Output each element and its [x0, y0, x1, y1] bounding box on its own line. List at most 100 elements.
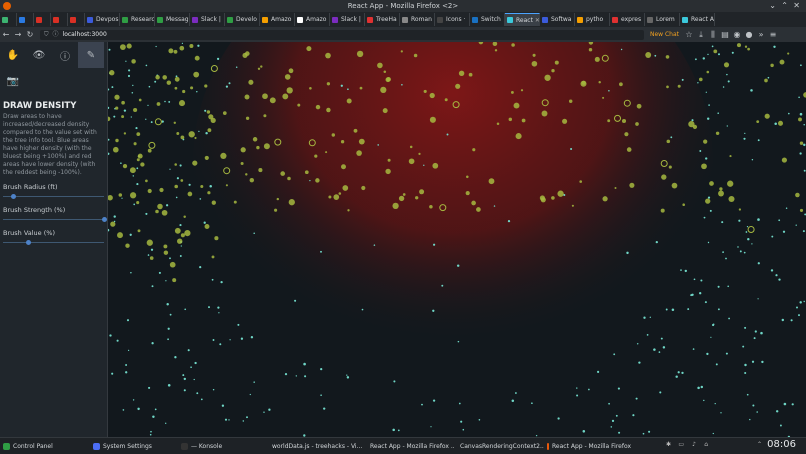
close-icon[interactable]: ✕ — [793, 0, 800, 12]
small-tree-dot — [221, 404, 225, 407]
large-tree-dot — [207, 128, 212, 133]
small-tree-dot — [570, 147, 573, 151]
large-tree-dot — [626, 147, 632, 152]
maximize-icon[interactable]: ⌃ — [781, 0, 788, 12]
chevron-up-icon[interactable]: ⌃ — [757, 441, 762, 448]
taskbar-item-4[interactable]: React App - Mozilla Firefox ... — [364, 439, 454, 453]
ringed-tree-marker[interactable] — [148, 141, 156, 149]
large-tree-dot — [799, 141, 804, 145]
battery-icon[interactable]: ▭ — [678, 441, 684, 448]
ringed-tree-marker[interactable] — [747, 226, 755, 233]
tab-2[interactable] — [34, 13, 51, 26]
screenshot-tool-button[interactable]: 📷 — [0, 68, 26, 94]
tab-favicon-icon — [437, 16, 443, 23]
tab-21[interactable]: Lorem — [645, 13, 680, 26]
small-tree-dot — [125, 364, 128, 366]
tab-18[interactable]: Softwa — [540, 13, 575, 26]
extension-icon[interactable]: ◉ — [731, 30, 743, 39]
library-icon[interactable]: ⫼ — [707, 30, 719, 40]
sidebar-icon[interactable]: ▤ — [719, 30, 731, 39]
taskbar-item-5[interactable]: CanvasRenderingContext2... — [454, 439, 544, 453]
ringed-tree-marker[interactable] — [154, 118, 162, 126]
tree-info-tool-button[interactable]: ⓘ — [52, 42, 78, 68]
tab-0[interactable] — [0, 13, 17, 26]
tab-15[interactable]: Icons · — [435, 13, 470, 26]
taskbar-item-6[interactable]: React App - Mozilla Firefox — [544, 439, 634, 453]
tab-10[interactable]: Amazo — [260, 13, 295, 26]
tab-6[interactable]: Researc — [120, 13, 155, 26]
draw-density-tool-button[interactable]: ✎ — [78, 42, 104, 68]
small-tree-dot — [761, 360, 764, 364]
tab-label: Softwa — [551, 16, 572, 23]
small-tree-dot — [125, 60, 127, 62]
small-tree-dot — [295, 375, 297, 377]
overflow-icon[interactable]: » — [755, 30, 767, 39]
view-tool-button[interactable]: 👁 — [26, 42, 52, 68]
bluetooth-icon[interactable]: ✱ — [666, 441, 671, 448]
large-tree-dot — [358, 138, 365, 145]
small-tree-dot — [154, 80, 157, 83]
tab-1[interactable] — [17, 13, 34, 26]
navigation-bar: ← → ↻ ⛉ ⓘ localhost:3000 New Chat ☆ ⤓ ⫼ … — [0, 27, 806, 42]
brush-strength-slider[interactable] — [3, 217, 107, 223]
small-tree-dot — [745, 231, 748, 233]
large-tree-dot — [614, 186, 617, 190]
large-tree-dot — [156, 102, 161, 106]
small-tree-dot — [263, 411, 265, 413]
small-tree-dot — [753, 337, 756, 340]
brush-value-slider[interactable] — [3, 240, 104, 246]
tab-13[interactable]: TreeHa — [365, 13, 400, 26]
large-tree-dot — [179, 45, 185, 51]
bookmark-star-icon[interactable]: ☆ — [683, 30, 695, 39]
slider-knob[interactable] — [11, 194, 17, 199]
tab-9[interactable]: Develo — [225, 13, 260, 26]
tab-8[interactable]: Slack | — [190, 13, 225, 26]
large-tree-dot — [184, 230, 191, 237]
large-tree-dot — [466, 175, 469, 179]
tab-5[interactable]: Devpos — [85, 13, 120, 26]
small-tree-dot — [757, 218, 760, 221]
network-icon[interactable]: ⌂ — [704, 441, 708, 448]
small-tree-dot — [705, 91, 707, 93]
slider-knob[interactable] — [26, 240, 32, 245]
tab-16[interactable]: Switch — [470, 13, 505, 26]
taskbar-item-0[interactable]: Control Panel — [0, 439, 90, 453]
minimize-icon[interactable]: ⌄ — [769, 0, 776, 12]
address-bar[interactable]: ⛉ ⓘ localhost:3000 — [40, 29, 644, 40]
tab-20[interactable]: expres — [610, 13, 645, 26]
tab-19[interactable]: pytho — [575, 13, 610, 26]
forest-map-canvas[interactable] — [108, 42, 806, 437]
small-tree-dot — [803, 124, 805, 126]
density-map[interactable] — [108, 42, 806, 437]
small-tree-dot — [456, 264, 460, 267]
taskbar-item-2[interactable]: — Konsole — [178, 439, 266, 453]
new-chat-button[interactable]: New Chat — [650, 31, 679, 38]
account-icon[interactable]: ● — [743, 30, 755, 39]
menu-icon[interactable]: ≡ — [767, 30, 779, 39]
tab-22[interactable]: React A — [680, 13, 715, 26]
tab-4[interactable] — [68, 13, 85, 26]
volume-icon[interactable]: ♪ — [692, 441, 696, 448]
small-tree-dot — [182, 374, 185, 377]
hand-tool-button[interactable]: ✋ — [0, 42, 26, 68]
tab-7[interactable]: Messag — [155, 13, 190, 26]
large-tree-dot — [520, 89, 524, 92]
tab-14[interactable]: Roman — [400, 13, 435, 26]
brush-radius-slider[interactable] — [3, 194, 104, 200]
reload-icon[interactable]: ↻ — [24, 30, 36, 39]
tab-3[interactable] — [51, 13, 68, 26]
tab-17[interactable]: React ✕ — [505, 13, 540, 26]
tab-11[interactable]: Amazo — [295, 13, 330, 26]
taskbar-item-3[interactable]: worldData.js - treehacks - Vi... — [266, 439, 364, 453]
small-tree-dot — [796, 306, 798, 309]
small-tree-dot — [576, 387, 578, 389]
forward-icon[interactable]: → — [12, 30, 24, 39]
tab-12[interactable]: Slack | — [330, 13, 365, 26]
download-icon[interactable]: ⤓ — [695, 30, 707, 40]
back-icon[interactable]: ← — [0, 30, 12, 39]
large-tree-dot — [183, 215, 186, 218]
large-tree-dot — [126, 43, 132, 49]
small-tree-dot — [150, 121, 153, 124]
slider-knob[interactable] — [102, 217, 107, 222]
taskbar-item-1[interactable]: System Settings — [90, 439, 178, 453]
